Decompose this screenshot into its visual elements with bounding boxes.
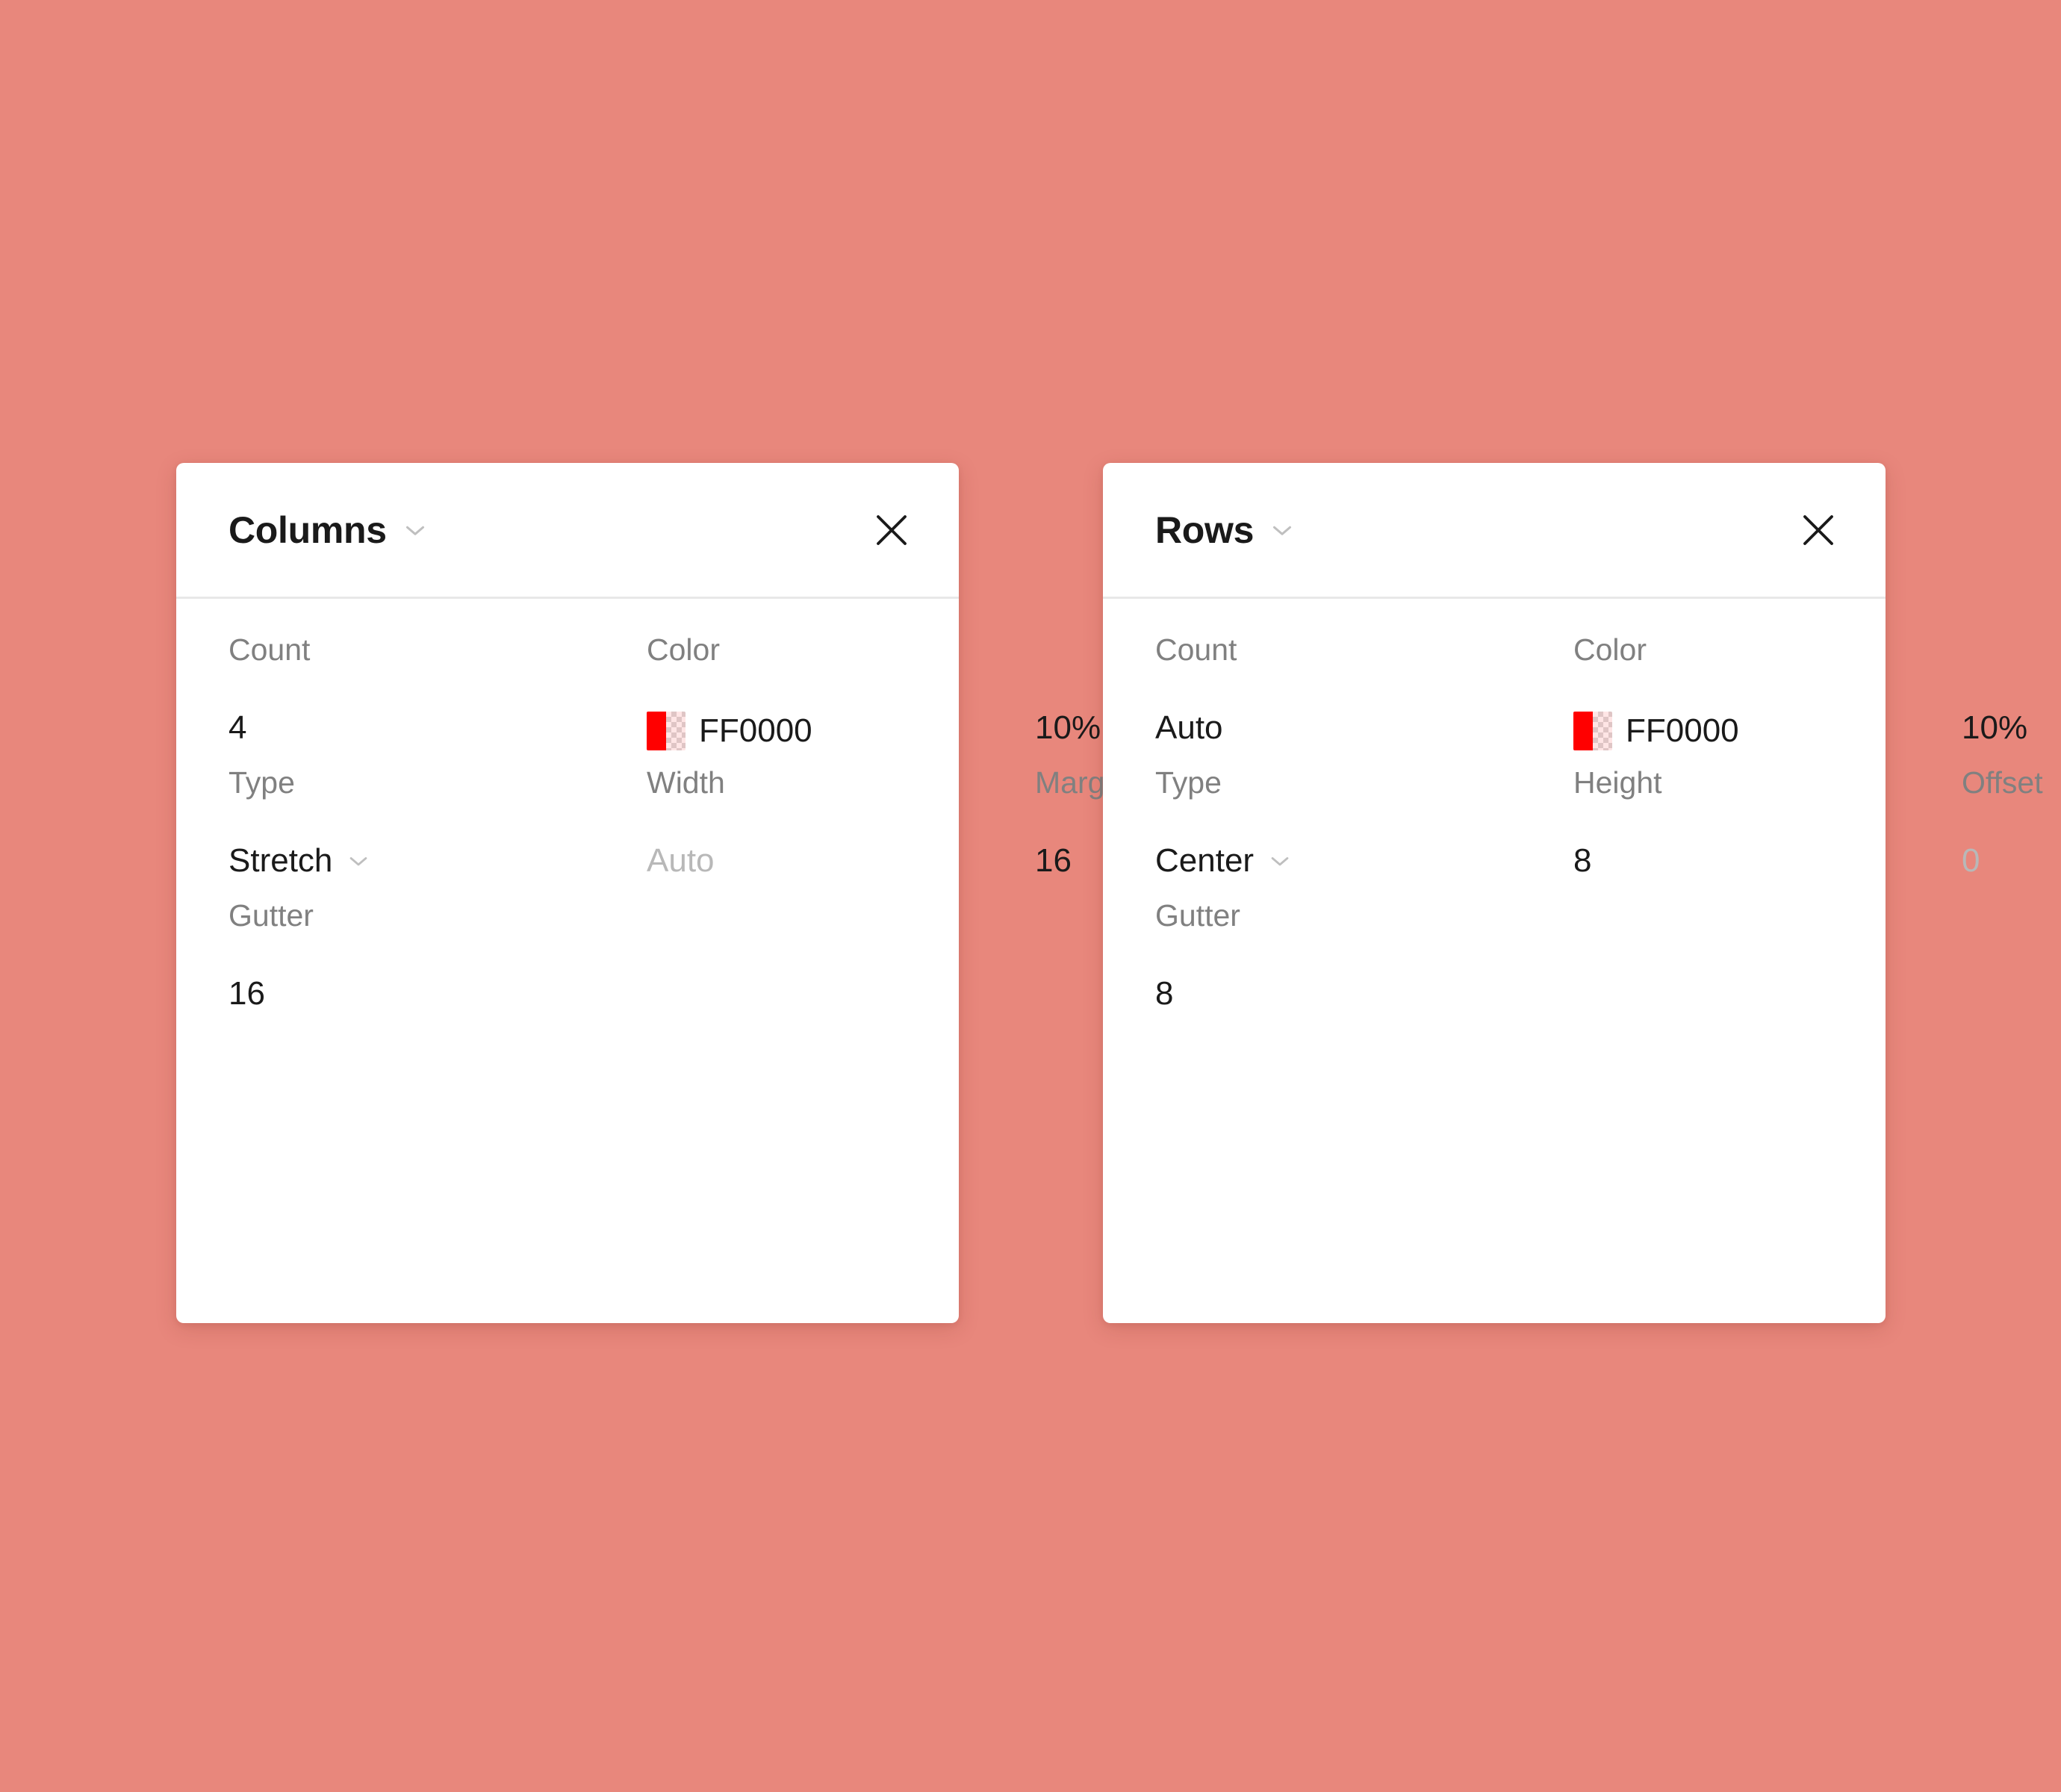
panel-title: Columns (229, 508, 387, 551)
close-icon (1798, 510, 1838, 550)
field-value-text: 0 (1962, 842, 1980, 879)
field-row: Count Auto Color FF0000 10% (1103, 599, 2027, 750)
panel-title-dropdown-columns[interactable]: Columns (229, 511, 429, 549)
grid-settings-panels: Columns Count 4 Color FF0000 10% Type Stretch Wi… (0, 0, 2061, 1792)
field-row: Count 4 Color FF0000 10% (176, 599, 1101, 750)
field-value-text: 10% (1962, 709, 2028, 746)
field-label: Count (229, 632, 311, 667)
field-row: Type Stretch Width Auto Margin 16 (176, 732, 1128, 877)
field-label: Type (1155, 765, 1222, 800)
field-value-input[interactable]: 8 (1155, 977, 1173, 1010)
chevron-down-icon (402, 517, 429, 544)
panel-body-rows: Count Auto Color FF0000 10% Type Center Height 8… (1103, 599, 2043, 1010)
close-icon (871, 510, 912, 550)
field-label: Height (1573, 765, 1662, 800)
field-label: Type (229, 765, 295, 800)
field-label: Gutter (1155, 898, 1240, 933)
field-value-text: 16 (229, 975, 265, 1012)
field-label: Offset (1962, 765, 2043, 800)
field-value-input[interactable]: 16 (229, 977, 265, 1010)
field-value-text: 8 (1155, 975, 1174, 1012)
close-button-columns[interactable] (863, 502, 920, 559)
field-value-input[interactable]: 10% (1035, 712, 1101, 744)
panel-columns: Columns Count 4 Color FF0000 10% Type Stretch Wi… (176, 463, 1128, 1323)
field-value-text: 16 (1035, 842, 1072, 879)
field-value-input[interactable]: 0 (1962, 844, 1980, 877)
panel-body-columns: Count 4 Color FF0000 10% Type Stretch Width Auto… (176, 599, 1128, 1010)
chevron-down-icon (1269, 517, 1296, 544)
panel-title-dropdown-rows[interactable]: Rows (1155, 511, 1296, 549)
field-value-input[interactable]: 10% (1962, 712, 2027, 744)
field-row: Gutter 8 (1103, 865, 1886, 1010)
close-button-rows[interactable] (1790, 502, 1847, 559)
field-value-text: 10% (1035, 709, 1101, 746)
field-label: Width (647, 765, 725, 800)
field-label: Count (1155, 632, 1237, 667)
panel-rows: Rows Count Auto Color FF0000 10% Type Center Hei… (1103, 463, 2043, 1323)
field-value-input[interactable]: 16 (1035, 844, 1072, 877)
field-row: Type Center Height 8 Offset 0 (1103, 732, 2043, 877)
field-row: Gutter 16 (176, 865, 959, 1010)
field-label: Color (1573, 632, 1647, 667)
field-label: Color (647, 632, 720, 667)
panel-header-columns: Columns (176, 463, 959, 599)
panel-title: Rows (1155, 508, 1255, 551)
panel-header-rows: Rows (1103, 463, 1886, 599)
field-label: Gutter (229, 898, 314, 933)
